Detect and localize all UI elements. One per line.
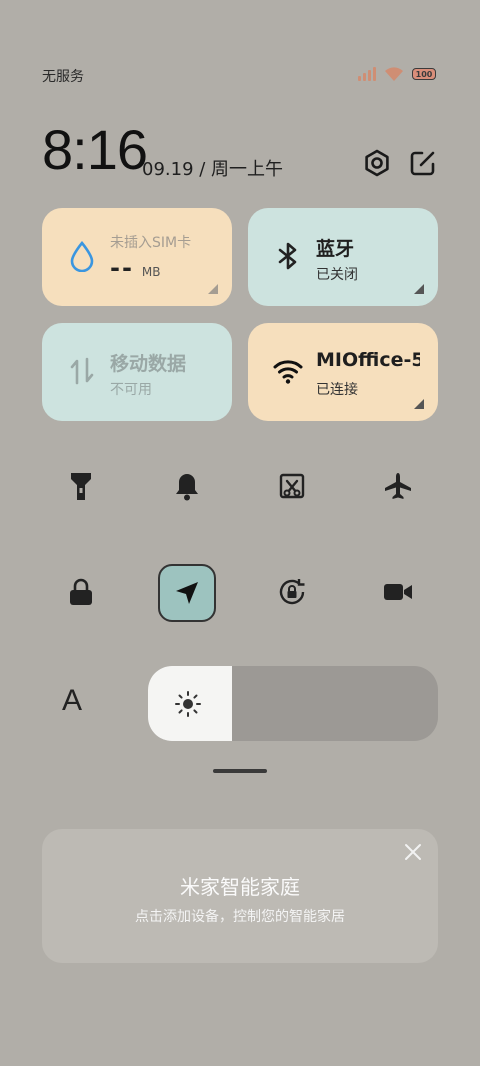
edit-icon[interactable] (408, 148, 438, 178)
wifi-network-name: MIOffice-5G (316, 349, 420, 371)
sound-toggle[interactable] (159, 458, 215, 514)
card-title: 米家智能家庭 (180, 875, 300, 899)
wifi-icon (273, 360, 303, 384)
bluetooth-title: 蓝牙 (316, 238, 355, 260)
signal-icon (358, 67, 376, 81)
smart-home-card[interactable]: 米家智能家庭 点击添加设备，控制您的智能家居 (42, 829, 438, 963)
bell-icon (176, 474, 198, 501)
rotation-lock-toggle[interactable] (264, 564, 320, 620)
water-drop-icon (70, 240, 94, 272)
sim-status-label: 未插入SIM卡 (110, 235, 192, 251)
location-icon (176, 582, 198, 604)
sun-icon (175, 691, 201, 717)
data-usage-value: -- MB (110, 254, 161, 282)
lock-screen-toggle[interactable] (53, 564, 109, 620)
screen-recorder-toggle[interactable] (370, 564, 426, 620)
screenshot-icon (279, 473, 305, 499)
system-icons: 100 (358, 66, 436, 82)
mobile-data-icon (70, 357, 94, 385)
expand-corner-icon (208, 284, 218, 294)
carrier-status: 无服务 (42, 69, 84, 85)
lock-icon (70, 578, 92, 605)
screenshot-toggle[interactable] (264, 458, 320, 514)
close-icon[interactable] (404, 843, 422, 861)
control-center: { "status": { "carrier": "无服务", "battery… (0, 0, 480, 1066)
settings-gear-icon[interactable] (362, 148, 392, 178)
bluetooth-status: 已关闭 (316, 267, 358, 283)
bluetooth-tile[interactable]: 蓝牙 已关闭 (248, 208, 438, 306)
mobile-data-status: 不可用 (110, 382, 152, 398)
flashlight-icon (71, 473, 91, 500)
wifi-tile[interactable]: MIOffice-5G 已连接 (248, 323, 438, 421)
bluetooth-icon (278, 242, 297, 270)
wifi-status-icon (385, 67, 403, 81)
data-value: -- (110, 254, 134, 282)
card-subtitle: 点击添加设备，控制您的智能家居 (135, 909, 345, 925)
font-size-label[interactable]: A (62, 684, 82, 718)
airplane-icon (385, 473, 411, 499)
mobile-data-title: 移动数据 (110, 353, 187, 375)
airplane-mode-toggle[interactable] (370, 458, 426, 514)
data-usage-tile[interactable]: 未插入SIM卡 -- MB (42, 208, 232, 306)
battery-icon: 100 (412, 68, 436, 80)
data-unit: MB (141, 265, 161, 279)
expand-corner-icon (414, 399, 424, 409)
clock-time: 8:16 (42, 118, 148, 181)
wifi-status: 已连接 (316, 382, 358, 398)
clock-date: 09.19 / 周一上午 (142, 159, 284, 180)
video-camera-icon (384, 584, 412, 600)
flashlight-toggle[interactable] (53, 458, 109, 514)
rotation-lock-icon (279, 579, 305, 605)
expand-corner-icon (414, 284, 424, 294)
drag-handle[interactable] (213, 769, 267, 773)
location-toggle[interactable] (158, 564, 216, 622)
brightness-slider[interactable] (148, 666, 438, 741)
mobile-data-tile[interactable]: 移动数据 不可用 (42, 323, 232, 421)
